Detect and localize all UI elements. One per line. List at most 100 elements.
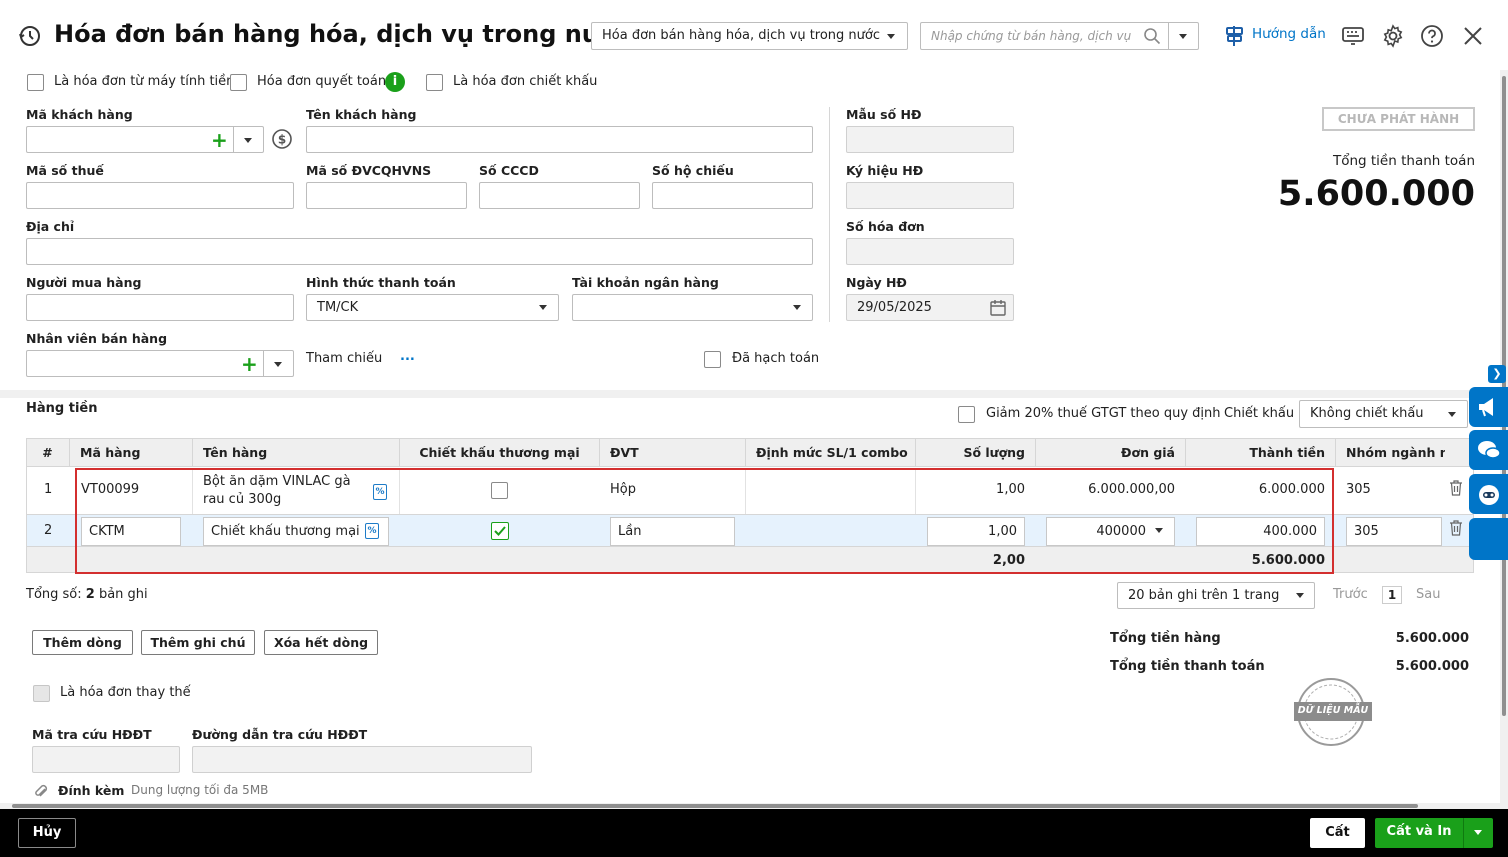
budget-code-input[interactable]	[306, 182, 467, 209]
horizontal-scrollbar-thumb[interactable]	[12, 804, 1418, 808]
col-quantity: Số lượng	[916, 438, 1036, 467]
col-index: #	[26, 438, 70, 467]
delete-all-rows-button[interactable]: Xóa hết dòng	[264, 630, 378, 655]
bank-select[interactable]	[572, 294, 813, 321]
lookup-url-label: Đường dẫn tra cứu HĐĐT	[192, 727, 368, 742]
close-icon[interactable]	[1462, 25, 1484, 47]
save-button[interactable]: Cất	[1310, 818, 1365, 848]
search-icon[interactable]	[1143, 27, 1161, 45]
info-icon[interactable]: i	[385, 72, 405, 92]
row2-trash-icon[interactable]	[1449, 520, 1463, 536]
guide-link[interactable]: Hướng dẫn	[1252, 26, 1326, 42]
row1-trash-icon[interactable]	[1449, 480, 1463, 496]
side-announce-button[interactable]	[1469, 387, 1508, 427]
customer-code-divider	[233, 127, 234, 152]
buyer-input[interactable]	[26, 294, 294, 321]
customer-name-label: Tên khách hàng	[306, 107, 417, 122]
reference-link[interactable]: ...	[400, 349, 415, 364]
goods-section-title: Hàng tiền	[26, 401, 98, 416]
side-chat-button[interactable]	[1469, 430, 1508, 470]
posted-label: Đã hạch toán	[732, 351, 820, 366]
cash-register-checkbox[interactable]	[27, 74, 44, 91]
customer-code-label: Mã khách hàng	[26, 107, 133, 122]
row2-index: 2	[44, 523, 53, 538]
salesperson-dropdown-icon[interactable]	[274, 362, 282, 367]
search-dropdown-icon[interactable]	[1179, 34, 1187, 39]
customer-code-input[interactable]	[26, 126, 264, 153]
invoice-type-select[interactable]: Hóa đơn bán hàng hóa, dịch vụ trong nước	[591, 22, 908, 50]
reference-label: Tham chiếu	[306, 351, 383, 366]
invoice-number-input	[846, 238, 1014, 265]
replace-invoice-label: Là hóa đơn thay thế	[60, 685, 191, 700]
attach-hint: Dung lượng tối đa 5MB	[131, 783, 269, 797]
sample-data-stamp-text: DỮ LIỆU MẪU	[1297, 705, 1369, 716]
goods-total-label: Tổng tiền hàng	[1110, 631, 1221, 646]
cccd-input[interactable]	[479, 182, 640, 209]
help-icon[interactable]	[1420, 24, 1444, 48]
bank-label: Tài khoản ngân hàng	[572, 275, 719, 290]
row1-group[interactable]: 305	[1346, 482, 1371, 497]
cancel-button[interactable]: Hủy	[18, 818, 76, 848]
col-commercial-discount: Chiết khấu thương mại	[400, 438, 600, 467]
replace-invoice-checkbox[interactable]	[33, 685, 50, 702]
save-print-chevron-icon	[1474, 830, 1482, 835]
calendar-icon[interactable]	[989, 299, 1007, 317]
passport-input[interactable]	[652, 182, 813, 209]
settlement-checkbox[interactable]	[230, 74, 247, 91]
history-icon[interactable]	[18, 24, 42, 48]
discount-select[interactable]: Không chiết khấu	[1299, 400, 1468, 428]
payment-dropdown-icon	[539, 305, 547, 310]
add-customer-icon[interactable]: +	[211, 130, 228, 150]
add-note-button[interactable]: Thêm ghi chú	[141, 630, 255, 655]
tax-code-label: Mã số thuế	[26, 163, 104, 178]
highlight-box	[75, 468, 1334, 574]
footer-bar	[0, 809, 1508, 857]
address-input[interactable]	[26, 238, 813, 265]
form-divider	[829, 107, 830, 322]
save-print-button[interactable]: Cất và In	[1375, 818, 1463, 848]
discount-invoice-checkbox[interactable]	[426, 74, 443, 91]
payment-select[interactable]: TM/CK	[306, 294, 559, 321]
discount-invoice-label: Là hóa đơn chiết khấu	[453, 74, 598, 89]
paperclip-icon[interactable]	[32, 782, 50, 800]
record-count: Tổng số: 2 bản ghi	[26, 587, 148, 602]
discount-value: Không chiết khấu	[1310, 406, 1424, 421]
vat-reduction-label: Giảm 20% thuế GTGT theo quy định	[986, 406, 1221, 421]
save-print-dropdown[interactable]	[1463, 818, 1493, 848]
payment-value: TM/CK	[317, 300, 359, 315]
customer-name-input[interactable]	[306, 126, 813, 153]
currency-icon[interactable]: $	[271, 128, 293, 150]
customer-dropdown-icon[interactable]	[244, 138, 252, 143]
side-assistant-button[interactable]	[1469, 474, 1508, 514]
header-total-value: 5.600.000	[1277, 174, 1475, 214]
gear-icon[interactable]	[1381, 24, 1405, 48]
lookup-code-label: Mã tra cứu HĐĐT	[32, 727, 152, 742]
posted-checkbox[interactable]	[704, 351, 721, 368]
keyboard-icon[interactable]	[1341, 25, 1365, 47]
header-total-label: Tổng tiền thanh toán	[1332, 153, 1475, 169]
add-salesperson-icon[interactable]: +	[241, 354, 258, 374]
prev-page[interactable]: Trước	[1333, 587, 1368, 602]
side-extra-button[interactable]	[1469, 518, 1508, 560]
record-count-prefix: Tổng số:	[26, 587, 82, 602]
payment-total-value: 5.600.000	[1395, 659, 1469, 674]
attach-label[interactable]: Đính kèm	[58, 783, 124, 798]
current-page[interactable]: 1	[1382, 586, 1402, 604]
svg-text:$: $	[278, 133, 286, 147]
side-collapse-button[interactable]: ❯	[1488, 365, 1506, 383]
add-row-button[interactable]: Thêm dòng	[32, 630, 133, 655]
vat-reduction-checkbox[interactable]	[958, 406, 975, 423]
guide-icon[interactable]	[1223, 24, 1247, 48]
col-amount: Thành tiền	[1186, 438, 1336, 467]
page-size-dropdown-icon	[1296, 593, 1304, 598]
cash-register-label: Là hóa đơn từ máy tính tiền	[54, 74, 235, 89]
payment-label: Hình thức thanh toán	[306, 275, 456, 290]
record-count-value: 2	[85, 587, 95, 602]
next-page[interactable]: Sau	[1416, 587, 1440, 602]
page-size-select[interactable]: 20 bản ghi trên 1 trang	[1117, 582, 1315, 609]
tax-code-input[interactable]	[26, 182, 294, 209]
template-label: Mẫu số HĐ	[846, 107, 922, 122]
col-name: Tên hàng	[193, 438, 400, 467]
search-divider	[1168, 23, 1169, 49]
row2-group-input[interactable]: 305	[1346, 517, 1442, 546]
